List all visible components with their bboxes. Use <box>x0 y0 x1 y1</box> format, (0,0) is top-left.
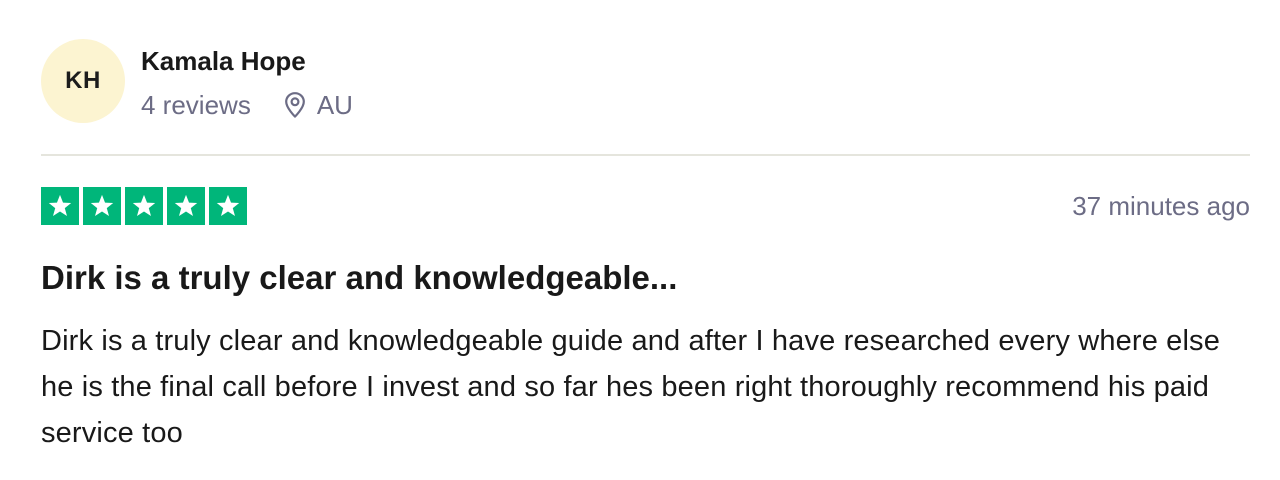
star-4 <box>167 187 205 225</box>
review-card: KH Kamala Hope 4 reviews AU 37 minutes a… <box>41 0 1250 480</box>
star-2 <box>83 187 121 225</box>
star-3 <box>125 187 163 225</box>
consumer-details: Kamala Hope 4 reviews AU <box>141 39 353 120</box>
avatar[interactable]: KH <box>41 39 125 123</box>
star-icon <box>216 194 240 217</box>
review-body: Dirk is a truly clear and knowledgeable … <box>41 325 1220 449</box>
star-icon <box>90 194 114 217</box>
star-1 <box>41 187 79 225</box>
consumer-location: AU <box>283 90 353 120</box>
divider <box>41 154 1250 156</box>
star-icon <box>132 194 156 217</box>
reviews-count: 4 reviews <box>141 90 251 120</box>
consumer-meta: 4 reviews AU <box>141 90 353 120</box>
avatar-initials: KH <box>65 67 101 94</box>
star-5 <box>209 187 247 225</box>
location-pin-icon <box>284 92 305 118</box>
star-icon <box>174 194 198 217</box>
review-title[interactable]: Dirk is a truly clear and knowledgeable.… <box>41 258 677 298</box>
star-icon <box>48 194 72 217</box>
review-header: 37 minutes ago <box>41 187 1250 225</box>
country-code: AU <box>316 90 353 120</box>
consumer-name[interactable]: Kamala Hope <box>141 45 353 77</box>
star-rating <box>41 187 247 225</box>
review-date: 37 minutes ago <box>1072 191 1250 221</box>
consumer-info: KH Kamala Hope 4 reviews AU <box>41 39 353 123</box>
